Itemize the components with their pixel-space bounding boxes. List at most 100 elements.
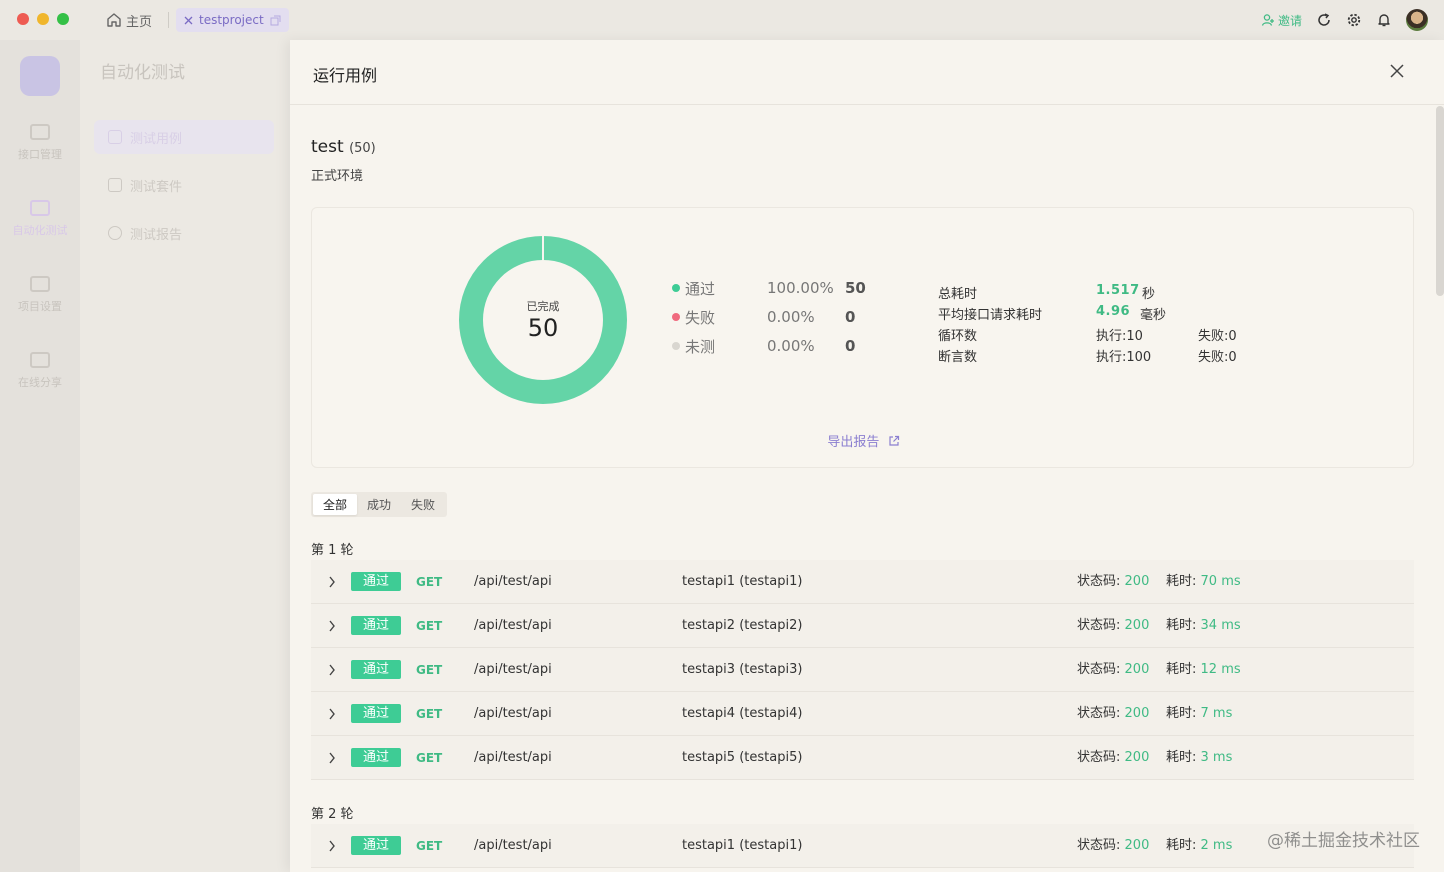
chevron-right-icon[interactable] xyxy=(327,604,337,648)
status-code-label: 状态码: xyxy=(1077,706,1121,721)
status-code: 状态码: 200 xyxy=(1077,604,1149,648)
scrollbar[interactable] xyxy=(1436,106,1444,296)
legend-name: 失败 xyxy=(685,308,716,327)
case-name: testapi4 (testapi4) xyxy=(682,706,803,721)
project-name: test (50) xyxy=(311,137,376,157)
tab-failed[interactable]: 失败 xyxy=(401,494,445,515)
chevron-right-icon[interactable] xyxy=(327,824,337,868)
http-method: GET xyxy=(416,707,443,721)
case-row[interactable]: 通过 GET/api/test/api testapi1 (testapi1) 状态码… xyxy=(311,560,1414,604)
chevron-right-icon[interactable] xyxy=(327,648,337,692)
title-bar-actions: 邀请 xyxy=(1261,8,1428,32)
case-row[interactable]: 通过 GET/api/test/api testapi4 (testapi4) 状态码… xyxy=(311,692,1414,736)
tab-success[interactable]: 成功 xyxy=(357,494,401,515)
status-code-label: 状态码: xyxy=(1077,750,1121,765)
assert-fail: 失败:0 xyxy=(1198,350,1237,365)
nav-item-automation[interactable]: 自动化测试 xyxy=(0,200,80,238)
summary-card: 已完成 50 通过 100.00% 50 失败 0.00% 0 未测 0.00%… xyxy=(311,207,1414,468)
title-bar: 主页 testproject 邀请 xyxy=(0,0,1444,40)
nav-item-settings[interactable]: 项目设置 xyxy=(0,276,80,314)
status-code-value: 200 xyxy=(1124,618,1150,633)
round-title: 第 2 轮 xyxy=(311,807,354,822)
duration-label: 耗时: xyxy=(1166,574,1197,589)
donut-value: 50 xyxy=(527,314,559,342)
case-name: testapi1 (testapi1) xyxy=(682,574,803,589)
api-path: /api/test/api xyxy=(474,618,552,633)
sub-nav-item-test-cases[interactable]: 测试用例 xyxy=(94,120,274,154)
status-badge: 通过 xyxy=(351,660,401,679)
nav-item-label: 在线分享 xyxy=(18,376,62,389)
status-badge: 通过 xyxy=(351,704,401,723)
duration: 耗时: 34 ms xyxy=(1166,604,1241,648)
project-tab[interactable]: testproject xyxy=(176,8,289,32)
duration: 耗时: 12 ms xyxy=(1166,648,1241,692)
legend-count: 50 xyxy=(845,279,866,297)
close-tab-icon[interactable] xyxy=(184,16,193,25)
status-code-value: 200 xyxy=(1124,750,1150,765)
case-row[interactable]: 通过 GET/api/test/api testapi1 (testapi1) 状态码… xyxy=(311,824,1414,868)
case-row[interactable]: 通过 GET/api/test/api testapi2 (testapi2) 状态码… xyxy=(311,604,1414,648)
case-row[interactable]: 通过 GET/api/test/api testapi3 (testapi3) 状态码… xyxy=(311,648,1414,692)
avg-time-label: 平均接口请求耗时 xyxy=(938,308,1043,323)
legend-count: 0 xyxy=(845,337,856,355)
status-badge: 通过 xyxy=(351,748,401,767)
close-window-button[interactable] xyxy=(17,13,29,25)
sub-nav-item-label: 测试用例 xyxy=(130,131,183,147)
duration-label: 耗时: xyxy=(1166,662,1197,677)
zoom-window-button[interactable] xyxy=(57,13,69,25)
total-time-value: 1.517 xyxy=(1096,283,1140,298)
project-case-count: (50) xyxy=(349,141,376,156)
project-name-text: test xyxy=(311,137,344,157)
status-code-value: 200 xyxy=(1124,574,1150,589)
export-report-link[interactable]: 导出报告 xyxy=(312,431,1415,450)
sub-nav-item-test-suites[interactable]: 测试套件 xyxy=(94,168,274,202)
report-icon xyxy=(108,226,122,240)
nav-item-api[interactable]: 接口管理 xyxy=(0,124,80,162)
sync-icon[interactable] xyxy=(1316,12,1332,28)
gear-icon[interactable] xyxy=(1346,12,1362,28)
nav-item-share[interactable]: 在线分享 xyxy=(0,352,80,390)
api-path: /api/test/api xyxy=(474,750,552,765)
status-code: 状态码: 200 xyxy=(1077,736,1149,780)
status-code-label: 状态码: xyxy=(1077,574,1121,589)
legend-name: 未测 xyxy=(685,337,716,356)
api-path: /api/test/api xyxy=(474,662,552,677)
api-path: /api/test/api xyxy=(474,706,552,721)
avatar[interactable] xyxy=(1406,9,1428,31)
invite-button[interactable]: 邀请 xyxy=(1261,12,1302,29)
chevron-right-icon[interactable] xyxy=(327,560,337,604)
duration-value: 7 ms xyxy=(1200,706,1233,721)
http-method: GET xyxy=(416,663,443,677)
external-link-icon xyxy=(888,435,899,446)
sub-nav-item-test-reports[interactable]: 测试报告 xyxy=(94,216,274,250)
duration-label: 耗时: xyxy=(1166,618,1197,633)
chevron-right-icon[interactable] xyxy=(327,736,337,780)
http-method: GET xyxy=(416,575,443,589)
legend-dot-fail xyxy=(672,313,680,321)
home-tab[interactable]: 主页 xyxy=(106,9,152,31)
duration-value: 3 ms xyxy=(1200,750,1233,765)
sub-nav-title: 自动化测试 xyxy=(100,63,185,83)
duration-value: 12 ms xyxy=(1200,662,1241,677)
minimize-window-button[interactable] xyxy=(37,13,49,25)
tab-all[interactable]: 全部 xyxy=(313,494,358,515)
case-row[interactable]: 通过 GET/api/test/api testapi5 (testapi5) 状态码… xyxy=(311,736,1414,780)
chevron-right-icon[interactable] xyxy=(327,692,337,736)
sub-nav-item-label: 测试套件 xyxy=(130,179,183,195)
completion-donut: 已完成 50 xyxy=(457,234,629,406)
loop-fail: 失败:0 xyxy=(1198,329,1237,344)
status-code: 状态码: 200 xyxy=(1077,692,1149,736)
close-icon[interactable] xyxy=(1388,62,1406,80)
run-cases-drawer: 运行用例 test (50) 正式环境 已完成 50 通过 100.00% 50… xyxy=(290,40,1444,872)
bell-icon[interactable] xyxy=(1376,12,1392,28)
status-badge: 通过 xyxy=(351,836,401,855)
sub-nav: 自动化测试 测试用例 测试套件 测试报告 xyxy=(80,40,290,872)
nav-item-label: 项目设置 xyxy=(18,300,62,313)
export-report-label: 导出报告 xyxy=(827,435,880,450)
case-name: testapi2 (testapi2) xyxy=(682,618,803,633)
app-logo xyxy=(20,56,60,96)
api-path: /api/test/api xyxy=(474,574,552,589)
legend-pct: 0.00% xyxy=(767,337,815,355)
automation-icon xyxy=(30,200,50,216)
duration: 耗时: 7 ms xyxy=(1166,692,1232,736)
